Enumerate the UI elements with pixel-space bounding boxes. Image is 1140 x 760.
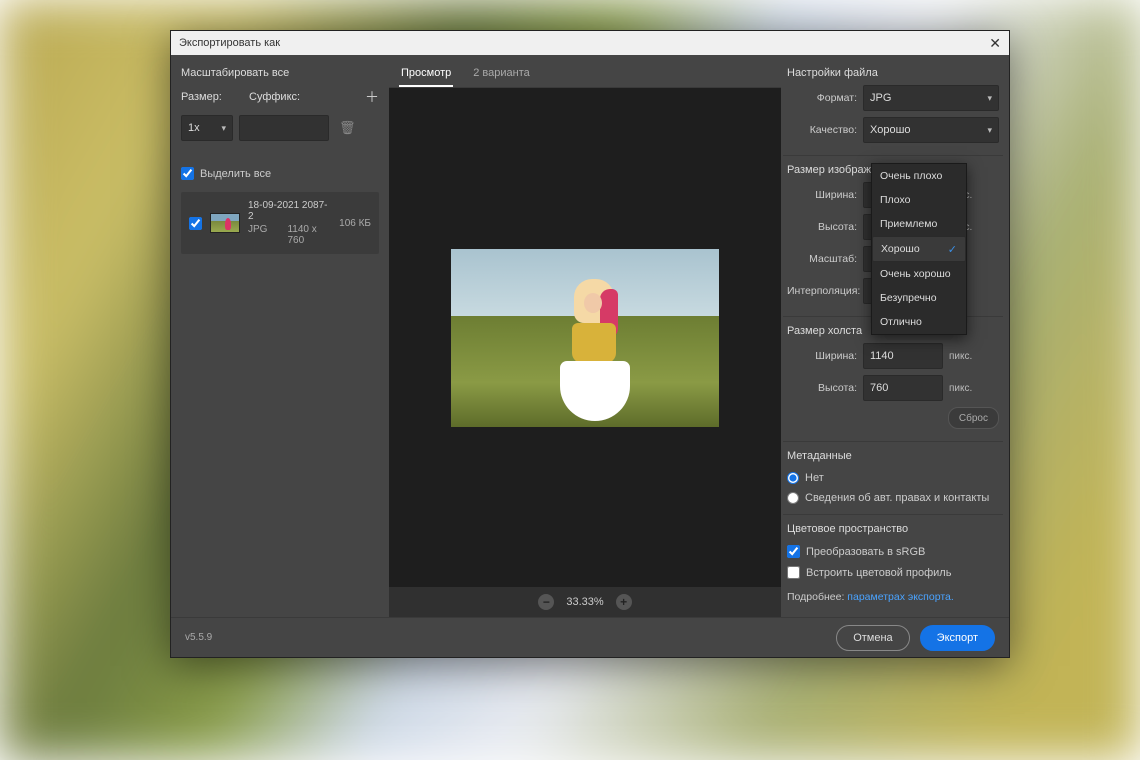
preview-image	[451, 249, 719, 427]
zoom-bar: − 33.33% +	[389, 587, 781, 617]
meta-rights-label: Сведения об авт. правах и контакты	[805, 492, 989, 504]
asset-row[interactable]: 18-09-2021 2087-2 JPG 1140 x 760 106 КБ	[181, 192, 379, 254]
export-button[interactable]: Экспорт	[920, 625, 995, 651]
quality-value: Хорошо	[870, 124, 911, 136]
asset-checkbox[interactable]	[189, 217, 202, 230]
meta-none-radio[interactable]	[787, 472, 799, 484]
srgb-row[interactable]: Преобразовать в sRGB	[787, 545, 999, 558]
quality-option[interactable]: Плохо	[872, 188, 966, 212]
learn-link[interactable]: параметрах экспорта.	[847, 591, 953, 603]
tabs: Просмотр 2 варианта	[389, 55, 781, 88]
footer: v5.5.9 Отмена Экспорт	[171, 617, 1009, 657]
size-label: Размер:	[181, 91, 229, 103]
canvash-input[interactable]	[863, 375, 943, 401]
scale-value: 1x	[188, 122, 200, 134]
interp-label: Интерполяция:	[787, 285, 857, 297]
quality-dropdown: Очень плохоПлохоПриемлемоХорошо✓Очень хо…	[871, 163, 967, 335]
colorspace-title: Цветовое пространство	[787, 523, 999, 535]
chevron-down-icon: ▾	[221, 123, 226, 134]
imgw-label: Ширина:	[787, 189, 857, 201]
imgscale-label: Масштаб:	[787, 253, 857, 265]
export-dialog: Экспортировать как ✕ Масштабировать все …	[170, 30, 1010, 658]
titlebar: Экспортировать как ✕	[171, 31, 1009, 55]
preview-area[interactable]	[389, 88, 781, 587]
meta-rights-radio[interactable]	[787, 492, 799, 504]
chevron-down-icon: ▾	[987, 125, 992, 136]
embed-checkbox[interactable]	[787, 566, 800, 579]
dialog-body: Масштабировать все Размер: Суффикс: ＋ 1x…	[171, 55, 1009, 617]
tab-variants[interactable]: 2 варианта	[471, 61, 532, 87]
quality-label: Качество:	[787, 124, 857, 136]
learn-prefix: Подробнее:	[787, 591, 847, 603]
meta-none-row[interactable]: Нет	[787, 472, 999, 484]
asset-format: JPG	[248, 224, 267, 246]
meta-rights-row[interactable]: Сведения об авт. правах и контакты	[787, 492, 999, 504]
asset-filesize: 106 КБ	[339, 218, 371, 229]
zoom-out-button[interactable]: −	[538, 594, 554, 610]
zoom-in-button[interactable]: +	[616, 594, 632, 610]
size-suffix-inputs: 1x ▾ 🗑	[181, 115, 379, 141]
imgh-label: Высота:	[787, 221, 857, 233]
file-settings-title: Настройки файла	[787, 67, 999, 79]
srgb-checkbox[interactable]	[787, 545, 800, 558]
suffix-input[interactable]	[239, 115, 329, 141]
cancel-button[interactable]: Отмена	[836, 625, 909, 651]
scale-select[interactable]: 1x ▾	[181, 115, 233, 141]
middle-panel: Просмотр 2 варианта − 33.33% +	[389, 55, 781, 617]
zoom-level: 33.33%	[566, 596, 603, 608]
close-icon[interactable]: ✕	[989, 35, 1001, 52]
quality-option[interactable]: Отлично	[872, 310, 966, 334]
canvash-label: Высота:	[787, 382, 857, 394]
embed-row[interactable]: Встроить цветовой профиль	[787, 566, 999, 579]
srgb-label: Преобразовать в sRGB	[806, 546, 925, 558]
quality-option[interactable]: Очень хорошо	[872, 262, 966, 286]
meta-none-label: Нет	[805, 472, 824, 484]
size-suffix-row: Размер: Суффикс: ＋	[181, 87, 379, 107]
embed-label: Встроить цветовой профиль	[806, 567, 951, 579]
reset-button[interactable]: Сброс	[948, 407, 999, 429]
asset-dims: 1140 x 760	[287, 224, 331, 246]
asset-thumbnail	[210, 213, 240, 233]
dialog-title: Экспортировать как	[179, 37, 280, 49]
chevron-down-icon: ▾	[987, 93, 992, 104]
quality-option[interactable]: Приемлемо	[872, 212, 966, 236]
add-size-icon[interactable]: ＋	[365, 87, 379, 107]
asset-name: 18-09-2021 2087-2	[248, 200, 331, 222]
quality-option[interactable]: Хорошо✓	[872, 236, 966, 262]
canvasw-label: Ширина:	[787, 350, 857, 362]
trash-icon[interactable]: 🗑	[339, 120, 356, 136]
right-panel: Настройки файла Формат: JPG ▾ Качество: …	[781, 55, 1009, 617]
check-icon: ✓	[948, 243, 957, 256]
left-panel: Масштабировать все Размер: Суффикс: ＋ 1x…	[171, 55, 389, 617]
learn-more: Подробнее: параметрах экспорта.	[787, 591, 999, 603]
quality-select[interactable]: Хорошо ▾	[863, 117, 999, 143]
asset-meta: 18-09-2021 2087-2 JPG 1140 x 760	[248, 200, 331, 246]
format-label: Формат:	[787, 92, 857, 104]
version-label: v5.5.9	[185, 632, 212, 643]
metadata-title: Метаданные	[787, 450, 999, 462]
format-select[interactable]: JPG ▾	[863, 85, 999, 111]
quality-option[interactable]: Очень плохо	[872, 164, 966, 188]
tab-preview[interactable]: Просмотр	[399, 61, 453, 87]
canvasw-input[interactable]	[863, 343, 943, 369]
select-all-label: Выделить все	[200, 168, 271, 180]
format-value: JPG	[870, 92, 891, 104]
scale-all-label: Масштабировать все	[181, 67, 379, 79]
select-all-checkbox[interactable]	[181, 167, 194, 180]
quality-option[interactable]: Безупречно	[872, 286, 966, 310]
unit-px: пикс.	[949, 351, 977, 362]
suffix-label: Суффикс:	[249, 91, 300, 103]
unit-px: пикс.	[949, 383, 977, 394]
select-all-row[interactable]: Выделить все	[181, 167, 379, 180]
